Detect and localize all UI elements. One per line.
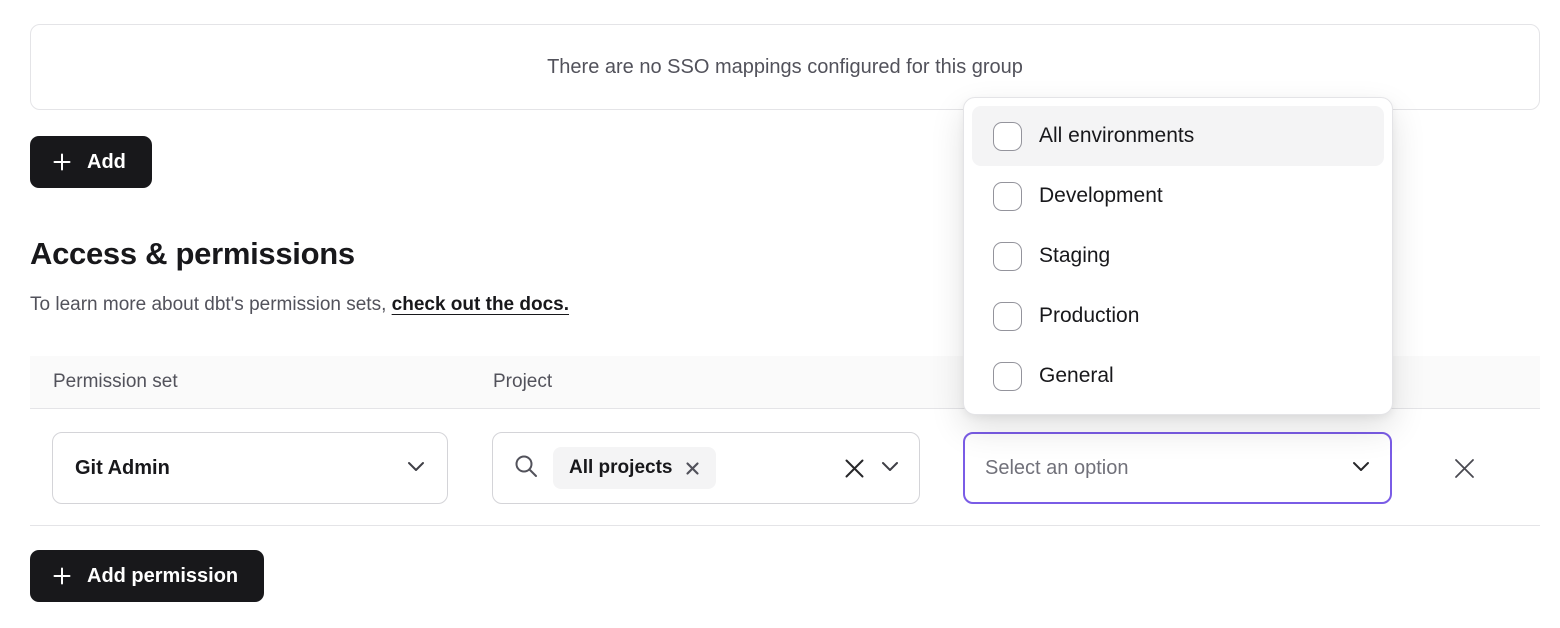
project-multiselect[interactable]: All projects [492,432,920,504]
checkbox-unchecked[interactable] [993,122,1022,151]
clear-selection-icon[interactable] [842,456,867,481]
add-sso-mapping-button[interactable]: Add [30,136,152,188]
dropdown-option-general[interactable]: General [972,346,1384,406]
checkbox-unchecked[interactable] [993,242,1022,271]
chevron-down-icon [881,459,899,477]
plus-icon [50,150,74,174]
column-header-project: Project [492,371,963,393]
dropdown-option-all-environments[interactable]: All environments [972,106,1384,166]
add-permission-button-label: Add permission [87,565,238,588]
dropdown-option-label: Development [1039,184,1163,208]
dropdown-option-label: General [1039,364,1114,388]
add-permission-button[interactable]: Add permission [30,550,264,602]
checkbox-unchecked[interactable] [993,182,1022,211]
permission-set-select[interactable]: Git Admin [52,432,448,504]
remove-permission-row-icon[interactable] [1450,454,1478,482]
permission-set-value: Git Admin [75,457,170,480]
subtitle-text: To learn more about dbt's permission set… [30,294,386,315]
environment-placeholder: Select an option [985,457,1128,480]
chevron-down-icon [1352,459,1370,477]
permission-row: Git Admin All projects [30,409,1540,526]
dropdown-option-production[interactable]: Production [972,286,1384,346]
page-title: Access & permissions [30,236,355,272]
add-button-label: Add [87,151,126,174]
dropdown-option-label: All environments [1039,124,1194,148]
chevron-down-icon [407,459,425,477]
search-icon [513,453,539,484]
project-tag[interactable]: All projects [553,447,716,489]
tag-remove-icon[interactable] [685,461,700,476]
checkbox-unchecked[interactable] [993,362,1022,391]
dropdown-option-staging[interactable]: Staging [972,226,1384,286]
plus-icon [50,564,74,588]
dropdown-option-label: Staging [1039,244,1110,268]
section-subtitle: To learn more about dbt's permission set… [30,294,569,316]
group-settings-page: There are no SSO mappings configured for… [0,0,1560,628]
docs-link[interactable]: check out the docs. [392,294,569,315]
sso-empty-message: There are no SSO mappings configured for… [547,56,1023,79]
checkbox-unchecked[interactable] [993,302,1022,331]
dropdown-option-label: Production [1039,304,1139,328]
environment-dropdown-menu: All environments Development Staging Pro… [963,97,1393,415]
environment-select[interactable]: Select an option [963,432,1392,504]
column-header-permission-set: Permission set [30,371,492,393]
project-tag-label: All projects [569,457,672,479]
dropdown-option-development[interactable]: Development [972,166,1384,226]
